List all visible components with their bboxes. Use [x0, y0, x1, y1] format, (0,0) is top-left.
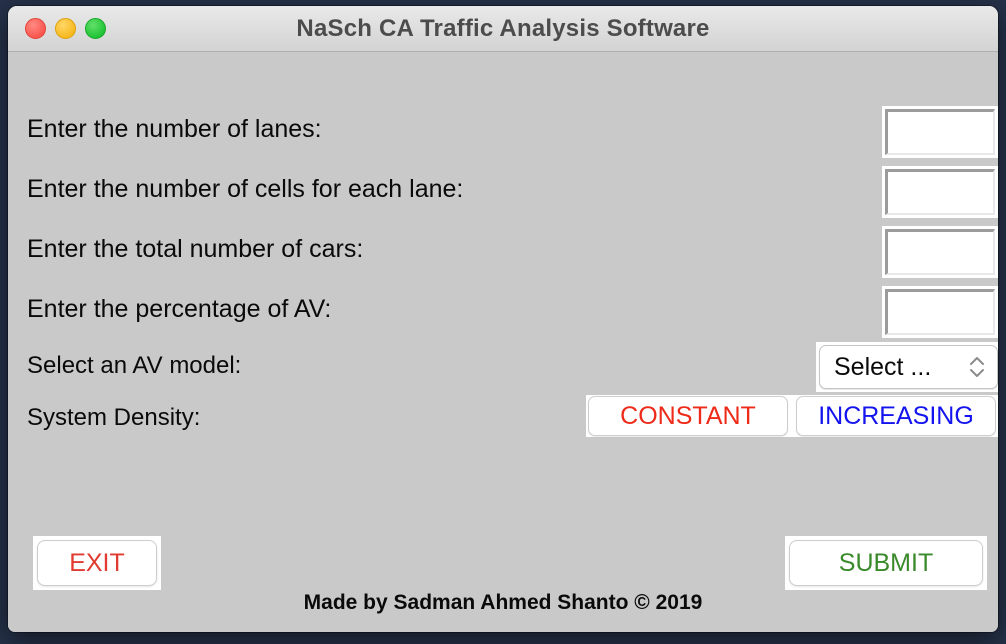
window-controls — [25, 6, 106, 51]
window-titlebar[interactable]: NaSch CA Traffic Analysis Software — [8, 6, 998, 52]
minimize-button[interactable] — [55, 18, 76, 39]
label-number-of-lanes: Enter the number of lanes: — [27, 115, 322, 143]
av-percentage-input[interactable] — [885, 289, 995, 335]
footer-credit: Made by Sadman Ahmed Shanto © 2019 — [303, 591, 703, 614]
chevron-updown-icon — [967, 354, 987, 380]
submit-button-container: SUBMIT — [785, 536, 987, 590]
lanes-input[interactable] — [885, 109, 995, 155]
density-increasing-button[interactable]: INCREASING — [796, 396, 996, 436]
window-content: Enter the number of lanes: Enter the num… — [8, 52, 998, 632]
submit-button-label: SUBMIT — [838, 548, 934, 577]
exit-button-container: EXIT — [33, 536, 161, 590]
close-button[interactable] — [25, 18, 46, 39]
exit-button[interactable]: EXIT — [37, 540, 157, 586]
lanes-input-container — [882, 106, 998, 158]
density-constant-button[interactable]: CONSTANT — [588, 396, 788, 436]
window-title: NaSch CA Traffic Analysis Software — [296, 14, 710, 42]
av-model-dropdown[interactable]: Select ... — [819, 345, 998, 389]
label-av-percentage: Enter the percentage of AV: — [27, 295, 332, 323]
label-system-density: System Density: — [27, 404, 201, 431]
label-cells-per-lane: Enter the number of cells for each lane: — [27, 175, 464, 203]
label-av-model: Select an AV model: — [27, 352, 242, 379]
submit-button[interactable]: SUBMIT — [789, 540, 983, 586]
exit-button-label: EXIT — [69, 548, 125, 577]
av-model-dropdown-container: Select ... — [816, 342, 998, 392]
density-increasing-label: INCREASING — [818, 401, 974, 430]
cells-input-container — [882, 166, 998, 218]
cars-input[interactable] — [885, 229, 995, 275]
label-total-cars: Enter the total number of cars: — [27, 235, 364, 263]
maximize-button[interactable] — [85, 18, 106, 39]
density-constant-label: CONSTANT — [620, 401, 756, 430]
cars-input-container — [882, 226, 998, 278]
application-window: NaSch CA Traffic Analysis Software Enter… — [8, 6, 998, 632]
cells-input[interactable] — [885, 169, 995, 215]
av-model-dropdown-value: Select ... — [834, 352, 932, 381]
system-density-button-group: CONSTANT INCREASING — [586, 395, 998, 437]
av-percentage-input-container — [882, 286, 998, 338]
